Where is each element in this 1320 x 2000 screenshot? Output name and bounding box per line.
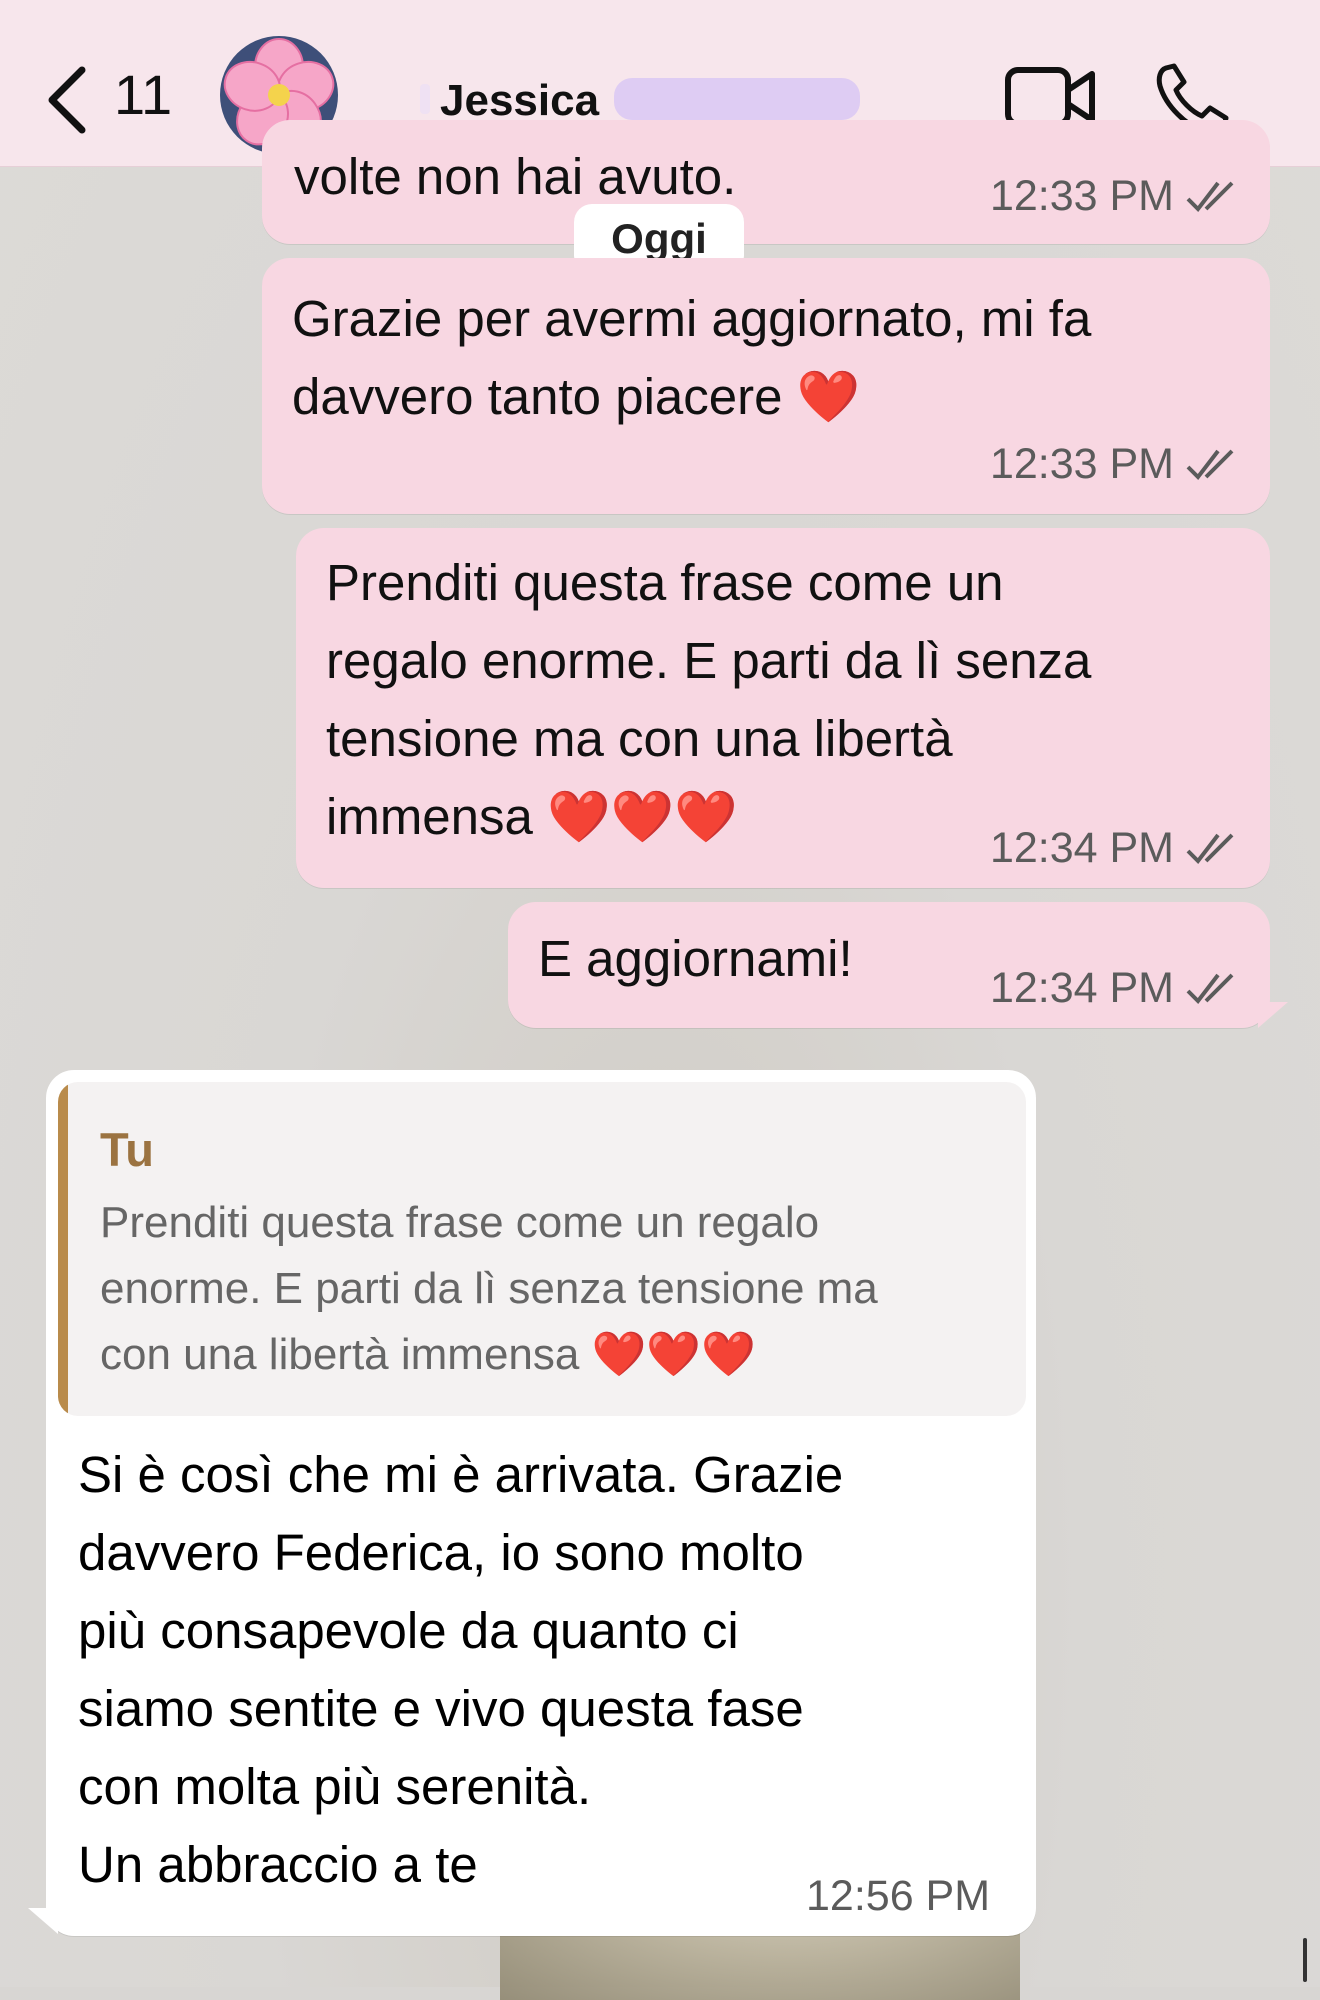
message-meta: 12:34 PM (990, 964, 1242, 1013)
message-time: 12:56 PM (806, 1872, 990, 1921)
message-time: 12:33 PM (989, 440, 1174, 488)
redaction-mark (420, 84, 430, 114)
contact-name[interactable]: Jessica (440, 76, 599, 126)
message-time: 12:33 PM (989, 172, 1174, 220)
message-bubble-outgoing[interactable]: Grazie per avermi aggiornato, mi fa davv… (262, 258, 1270, 514)
message-time: 12:34 PM (989, 824, 1174, 872)
double-check-icon (1186, 449, 1234, 480)
quote-line: con una libertà immensa ❤️❤️❤️ (100, 1330, 756, 1379)
reply-text: con molta più serenità. (78, 1758, 592, 1815)
double-check-icon (1186, 973, 1234, 1004)
message-time: 12:34 PM (989, 964, 1174, 1012)
message-text: davvero tanto piacere ❤️ (292, 368, 861, 425)
message-text: tensione ma con una libertà (326, 710, 953, 767)
reply-text: Si è così che mi è arrivata. Grazie (78, 1446, 844, 1503)
double-check-icon (1186, 833, 1234, 864)
message-text: Grazie per avermi aggiornato, mi fa (292, 290, 1092, 347)
scrollbar[interactable] (1303, 1938, 1307, 1982)
chevron-left-icon[interactable] (38, 60, 98, 140)
quote-line: enorme. E parti da lì senza tensione ma (100, 1264, 878, 1313)
message-text: Prenditi questa frase come un (326, 554, 1004, 611)
reply-text: Un abbraccio a te (78, 1836, 478, 1893)
message-meta: 12:34 PM (990, 824, 1242, 873)
message-meta: 12:33 PM (990, 440, 1242, 489)
double-check-icon (1186, 181, 1234, 212)
message-text: immensa ❤️❤️❤️ (326, 788, 738, 845)
message-bubble-outgoing[interactable]: Prenditi questa frase come un regalo eno… (296, 528, 1270, 888)
reply-text: più consapevole da quanto ci (78, 1602, 739, 1659)
quote-line: Prenditi questa frase come un regalo (100, 1198, 820, 1247)
unread-count[interactable]: 11 (114, 62, 172, 127)
quote-accent-bar (58, 1082, 68, 1416)
reply-text: siamo sentite e vivo questa fase (78, 1680, 804, 1737)
bubble-tail (1258, 1002, 1288, 1028)
redaction-mark (614, 78, 860, 120)
bubble-tail (28, 1908, 58, 1934)
message-text: regalo enorme. E parti da lì senza (326, 632, 1092, 689)
message-meta: 12:33 PM (990, 172, 1242, 221)
message-bubble-outgoing[interactable]: volte non hai avuto. 12:33 PM (262, 120, 1270, 244)
quote-author: Tu (100, 1123, 154, 1176)
message-bubble-outgoing[interactable]: E aggiornami! 12:34 PM (508, 902, 1270, 1028)
message-time-label: 12:56 PM (806, 1872, 991, 1920)
message-text: E aggiornami! (538, 930, 853, 987)
reply-text: davvero Federica, io sono molto (78, 1524, 804, 1581)
quote-text: Prenditi questa frase come un regalo eno… (100, 1190, 1000, 1388)
quoted-message[interactable]: Tu Prenditi questa frase come un regalo … (58, 1082, 1026, 1416)
